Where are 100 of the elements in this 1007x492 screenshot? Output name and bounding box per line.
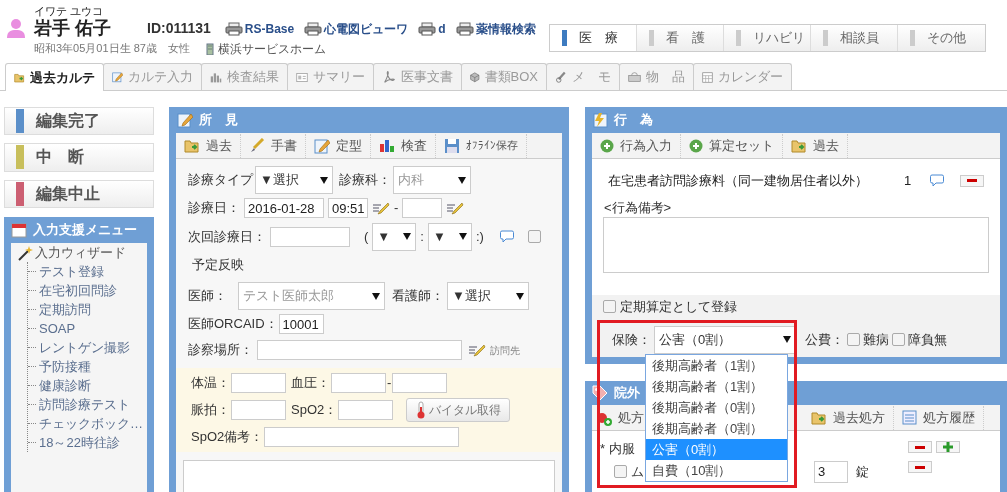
- checkbox[interactable]: [614, 465, 627, 478]
- checkbox-label: 障負無: [908, 330, 947, 349]
- field-label: 血圧：: [291, 374, 330, 393]
- input-field[interactable]: 09:51: [328, 198, 368, 218]
- dropdown[interactable]: ▼: [427, 222, 472, 251]
- menu-item[interactable]: 18～22時往診: [39, 432, 120, 453]
- caret-icon: [320, 176, 328, 184]
- input-field[interactable]: [231, 400, 286, 421]
- caret-icon: [458, 233, 467, 241]
- menu-item[interactable]: 入力ウィザード: [35, 243, 126, 263]
- checkbox[interactable]: [847, 333, 860, 346]
- input-field[interactable]: 2016-01-28: [244, 198, 324, 218]
- input-field[interactable]: [331, 373, 386, 394]
- dropdown-option[interactable]: 自費（10割）: [646, 460, 787, 481]
- action-button[interactable]: 編集中止: [4, 179, 154, 208]
- dropdown-option[interactable]: 後期高齢者（1割）: [646, 376, 787, 397]
- department-tab[interactable]: 看 護: [637, 25, 724, 51]
- facility-name: 横浜サービスホーム: [218, 41, 326, 58]
- remove-button[interactable]: [908, 461, 932, 473]
- field-label: <行為備考>: [603, 198, 673, 217]
- menu-item[interactable]: 在宅初回問診: [39, 280, 117, 301]
- menu-item[interactable]: テスト登録: [39, 261, 104, 282]
- remove-button[interactable]: [960, 174, 984, 187]
- plus-icon: [943, 442, 953, 452]
- magic-wand-icon: [17, 245, 33, 261]
- printer-icon: [224, 21, 243, 36]
- add-button[interactable]: [936, 441, 960, 453]
- input-field[interactable]: [231, 373, 286, 394]
- field-label: 医師：: [188, 287, 227, 306]
- link[interactable]: d: [418, 19, 446, 38]
- dropdown[interactable]: ▼選択: [447, 282, 529, 311]
- printer-icon: [304, 21, 323, 36]
- input-field[interactable]: [392, 373, 448, 394]
- dropdown[interactable]: 公害（0割）: [654, 325, 796, 354]
- unit-label: 錠: [856, 462, 869, 481]
- pdf-icon: [382, 69, 396, 85]
- action-button[interactable]: 中 断: [4, 143, 154, 172]
- menu-item[interactable]: レントゲン撮影: [39, 337, 130, 358]
- input-field[interactable]: 10001: [278, 314, 324, 335]
- field-label: 診療タイプ: [188, 171, 253, 190]
- speech-bubble-icon: [930, 174, 944, 188]
- department-tab[interactable]: 相談員: [811, 25, 898, 51]
- dropdown[interactable]: ▼: [372, 222, 417, 251]
- folder-icon: [184, 138, 200, 153]
- input-field[interactable]: [338, 400, 394, 421]
- link[interactable]: RS-Base: [224, 19, 295, 38]
- input-field[interactable]: [264, 427, 460, 448]
- menu-item[interactable]: チェックボック…: [39, 413, 143, 434]
- action-button[interactable]: 編集完了: [4, 107, 154, 136]
- pen-icon: [555, 69, 567, 85]
- toolbar-button[interactable]: 過去処方: [803, 405, 894, 430]
- menu-item[interactable]: 健康診断: [39, 375, 91, 396]
- toolbar-button[interactable]: 手書: [241, 133, 306, 158]
- quantity: 1: [904, 172, 913, 190]
- input-field[interactable]: [270, 226, 350, 247]
- field-label: 脈拍：: [191, 401, 230, 420]
- checkbox[interactable]: [892, 333, 905, 346]
- input-field[interactable]: [402, 198, 443, 218]
- menu-item[interactable]: SOAP: [39, 318, 76, 339]
- pencil-icon: [112, 69, 123, 85]
- text-area[interactable]: [603, 217, 989, 273]
- dropdown[interactable]: ▼選択: [255, 166, 333, 194]
- remove-button[interactable]: [908, 441, 932, 453]
- group-label: * 内服: [600, 440, 635, 458]
- toolbar-button[interactable]: ｵﾌﾗｲﾝ保存: [436, 133, 527, 158]
- caret-icon: [516, 292, 524, 300]
- input-field[interactable]: 3: [814, 460, 848, 483]
- toolbar-button[interactable]: 行為入力: [600, 133, 681, 158]
- checkbox[interactable]: [527, 230, 541, 244]
- caret-icon: [458, 176, 466, 184]
- vital-button[interactable]: バイタル取得: [406, 398, 511, 423]
- tab[interactable]: 過去カルテ: [5, 63, 104, 91]
- toolbar-button[interactable]: 検査: [371, 133, 436, 158]
- menu-item[interactable]: 訪問診療テスト: [39, 394, 130, 415]
- toolbar-button[interactable]: 定型: [306, 133, 371, 158]
- link[interactable]: 心電図ビューワ: [304, 19, 409, 38]
- folder-icon: [811, 410, 827, 425]
- text-area[interactable]: [183, 460, 555, 492]
- folder-icon: [791, 138, 807, 153]
- menu-item[interactable]: 予防接種: [39, 356, 91, 377]
- toolbar-button[interactable]: 処方履歴: [894, 405, 984, 430]
- minus-icon: [915, 445, 925, 449]
- printer-icon: [418, 21, 437, 36]
- toolbar-button[interactable]: 算定セット: [681, 133, 783, 158]
- toolbar-button[interactable]: 過去: [184, 133, 241, 158]
- department-tab[interactable]: リハビリ: [724, 25, 811, 51]
- toolbar-button[interactable]: 過去: [783, 133, 848, 158]
- caret-icon: [783, 336, 791, 343]
- field-label: :: [420, 227, 424, 246]
- dropdown-option[interactable]: 後期高齢者（1割）: [646, 355, 787, 376]
- checkbox[interactable]: [603, 300, 616, 314]
- input-field[interactable]: [257, 340, 462, 361]
- link[interactable]: 訪問先: [490, 342, 520, 358]
- birth-info: 昭和3年05月01日生 87歳 女性: [34, 41, 190, 56]
- caret-icon: [372, 292, 380, 300]
- menu-item[interactable]: 定期訪問: [39, 299, 91, 320]
- plus-circle-icon: [600, 138, 614, 153]
- name-reading: イワテ ユウコ: [34, 4, 104, 18]
- link[interactable]: 薬情報検索: [455, 19, 536, 38]
- field-label: -: [387, 374, 392, 393]
